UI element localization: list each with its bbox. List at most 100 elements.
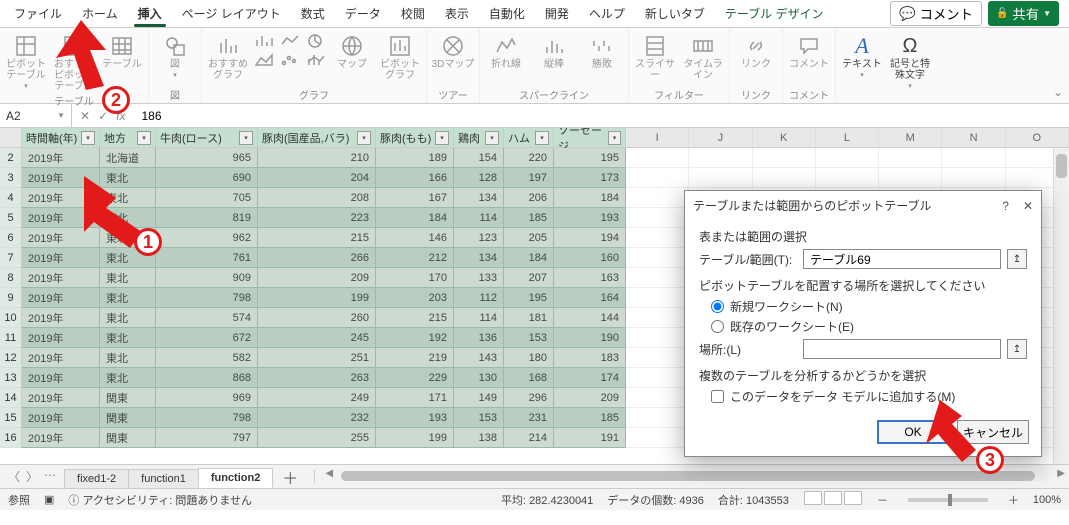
cell[interactable]: 690 xyxy=(156,168,258,188)
scroll-left-icon[interactable]: ◀ xyxy=(325,468,333,479)
cell[interactable]: 184 xyxy=(376,208,454,228)
cell[interactable]: 2019年 xyxy=(22,408,100,428)
cell[interactable]: 192 xyxy=(376,328,454,348)
menu-tab[interactable]: データ xyxy=(335,1,391,26)
row-header[interactable]: 16 xyxy=(0,428,22,448)
table-column-header[interactable]: 地方▾ xyxy=(100,128,156,147)
row-header[interactable]: 4 xyxy=(0,188,22,208)
cell[interactable]: 153 xyxy=(504,328,554,348)
comments-button[interactable]: 💬 コメント xyxy=(890,1,982,26)
cell[interactable]: 223 xyxy=(258,208,376,228)
cell[interactable]: 2019年 xyxy=(22,368,100,388)
cell[interactable]: 関東 xyxy=(100,388,156,408)
cell[interactable]: 東北 xyxy=(100,208,156,228)
formula-input[interactable] xyxy=(133,104,1069,127)
filter-dropdown-icon[interactable]: ▾ xyxy=(608,131,621,145)
filter-dropdown-icon[interactable]: ▾ xyxy=(357,131,371,145)
table-button[interactable]: テーブル xyxy=(100,30,144,70)
cell[interactable]: 251 xyxy=(258,348,376,368)
row-header[interactable]: 9 xyxy=(0,288,22,308)
cell[interactable]: 582 xyxy=(156,348,258,368)
cell[interactable]: 185 xyxy=(504,208,554,228)
cell[interactable]: 195 xyxy=(554,148,626,168)
cell[interactable]: 146 xyxy=(376,228,454,248)
cell[interactable]: 210 xyxy=(258,148,376,168)
cell[interactable]: 190 xyxy=(554,328,626,348)
sparkline-winloss-button[interactable]: 勝敗 xyxy=(580,30,624,70)
cell[interactable]: 193 xyxy=(376,408,454,428)
cancel-button[interactable]: キャンセル xyxy=(957,420,1029,444)
column-header[interactable]: M xyxy=(879,128,942,147)
filter-dropdown-icon[interactable]: ▾ xyxy=(81,131,95,145)
area-chart-icon[interactable] xyxy=(254,53,274,70)
cell[interactable] xyxy=(942,168,1005,188)
recommended-pivottable-button[interactable]: おすすめピボットテーブル xyxy=(52,30,96,92)
row-header[interactable]: 7 xyxy=(0,248,22,268)
row-header[interactable]: 5 xyxy=(0,208,22,228)
column-header[interactable]: I xyxy=(626,128,689,147)
cell[interactable] xyxy=(626,328,689,348)
illustrations-button[interactable]: 図 ▾ xyxy=(153,30,197,79)
cell[interactable]: 199 xyxy=(376,428,454,448)
row-header[interactable]: 11 xyxy=(0,328,22,348)
cell[interactable] xyxy=(626,208,689,228)
menu-tab[interactable]: 校閲 xyxy=(391,1,435,26)
cell[interactable]: 2019年 xyxy=(22,148,100,168)
text-button[interactable]: A テキスト ▾ xyxy=(840,30,884,79)
check-data-model[interactable]: このデータをデータ モデルに追加する(M) xyxy=(711,388,1027,405)
cell[interactable]: 134 xyxy=(454,188,504,208)
cell[interactable]: 173 xyxy=(554,168,626,188)
cell[interactable]: 東北 xyxy=(100,348,156,368)
cell[interactable]: 798 xyxy=(156,408,258,428)
row-header[interactable]: 10 xyxy=(0,308,22,328)
cell[interactable]: 705 xyxy=(156,188,258,208)
cell[interactable]: 2019年 xyxy=(22,208,100,228)
radio-new-worksheet[interactable]: 新規ワークシート(N) xyxy=(711,298,1027,315)
pivottable-button[interactable]: ピボットテーブル ▾ xyxy=(4,30,48,90)
cell[interactable] xyxy=(942,148,1005,168)
cell[interactable]: 194 xyxy=(554,228,626,248)
add-sheet-button[interactable]: ＋ xyxy=(272,465,308,489)
cell[interactable] xyxy=(753,168,816,188)
table-column-header[interactable]: 牛肉(ロース)▾ xyxy=(156,128,258,147)
cell[interactable]: 東北 xyxy=(100,248,156,268)
sheet-nav-next[interactable]: 〉 xyxy=(26,468,38,485)
location-picker-button[interactable]: ↥ xyxy=(1007,339,1027,359)
fx-icon[interactable]: fx xyxy=(116,109,125,123)
cell[interactable]: 171 xyxy=(376,388,454,408)
cell[interactable]: 249 xyxy=(258,388,376,408)
scroll-right-icon[interactable]: ▶ xyxy=(1057,468,1065,479)
sheet-nav-more[interactable]: ⋯ xyxy=(44,468,56,485)
cell[interactable]: 266 xyxy=(258,248,376,268)
table-column-header[interactable]: ハム▾ xyxy=(504,128,554,147)
cell[interactable]: 2019年 xyxy=(22,188,100,208)
cell[interactable] xyxy=(626,248,689,268)
cell[interactable]: 東北 xyxy=(100,328,156,348)
column-header[interactable]: K xyxy=(753,128,816,147)
scrollbar-thumb[interactable] xyxy=(1056,154,1067,178)
radio-existing-worksheet[interactable]: 既存のワークシート(E) xyxy=(711,318,1027,335)
cell[interactable]: 185 xyxy=(554,408,626,428)
menu-tab[interactable]: 開発 xyxy=(535,1,579,26)
cell[interactable]: 199 xyxy=(258,288,376,308)
filter-dropdown-icon[interactable]: ▾ xyxy=(485,131,499,145)
cell[interactable]: 245 xyxy=(258,328,376,348)
cell[interactable]: 2019年 xyxy=(22,428,100,448)
sparkline-line-button[interactable]: 折れ線 xyxy=(484,30,528,70)
zoom-in-button[interactable]: ＋ xyxy=(1008,492,1019,508)
cell[interactable]: 134 xyxy=(454,248,504,268)
cell[interactable]: 114 xyxy=(454,308,504,328)
cell[interactable]: 183 xyxy=(554,348,626,368)
cell[interactable] xyxy=(626,168,689,188)
timeline-button[interactable]: タイムライン xyxy=(681,30,725,81)
cell[interactable] xyxy=(626,148,689,168)
cell[interactable] xyxy=(626,288,689,308)
cell[interactable]: 2019年 xyxy=(22,228,100,248)
comment-insert-button[interactable]: コメント xyxy=(787,30,831,70)
menu-tab[interactable]: ヘルプ xyxy=(579,1,635,26)
filter-dropdown-icon[interactable]: ▾ xyxy=(239,131,253,145)
zoom-out-button[interactable]: － xyxy=(877,492,888,508)
sheet-tab[interactable]: function2 xyxy=(198,468,274,488)
sparkline-column-button[interactable]: 縦棒 xyxy=(532,30,576,70)
sheet-nav-prev[interactable]: 〈 xyxy=(8,468,20,485)
